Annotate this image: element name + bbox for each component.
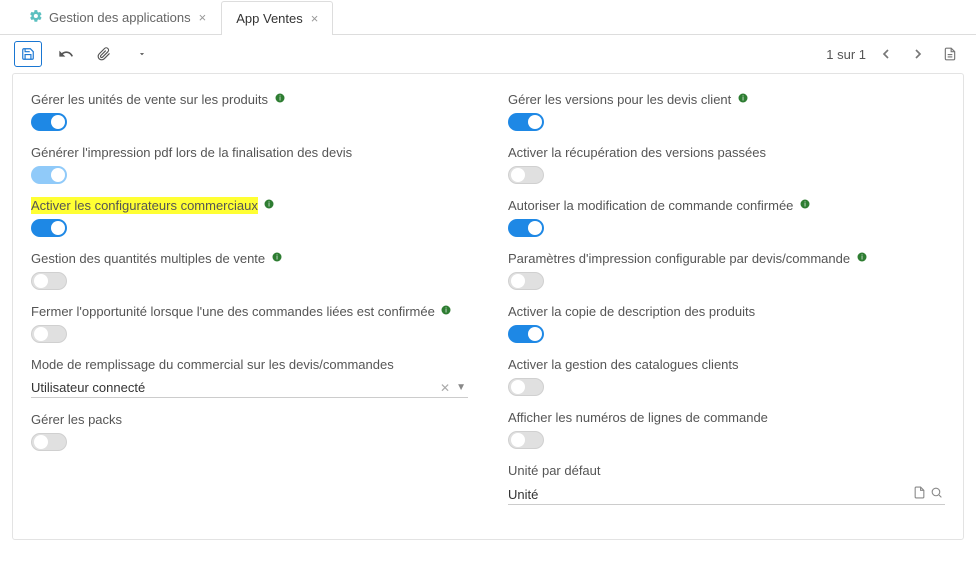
- field-enable-configurators: Activer les configurateurs commerciaux i: [31, 198, 468, 237]
- field-label: Gérer les unités de vente sur les produi…: [31, 92, 268, 107]
- info-icon[interactable]: i: [737, 92, 749, 104]
- edit-icon[interactable]: [911, 486, 928, 502]
- field-manage-packs: Gérer les packs: [31, 412, 468, 451]
- field-label: Autoriser la modification de commande co…: [508, 198, 793, 213]
- select-default-unit[interactable]: Unité: [508, 482, 945, 505]
- field-close-opportunity: Fermer l'opportunité lorsque l'une des c…: [31, 304, 468, 343]
- field-client-catalogs: Activer la gestion des catalogues client…: [508, 357, 945, 396]
- field-label: Afficher les numéros de lignes de comman…: [508, 410, 768, 425]
- toggle-modify-confirmed-order[interactable]: [508, 219, 544, 237]
- left-column: Gérer les unités de vente sur les produi…: [31, 92, 468, 515]
- settings-panel: Gérer les unités de vente sur les produi…: [12, 73, 964, 540]
- field-modify-confirmed-order: Autoriser la modification de commande co…: [508, 198, 945, 237]
- toggle-close-opportunity[interactable]: [31, 325, 67, 343]
- tab-bar: Gestion des applications × App Ventes ×: [0, 0, 976, 35]
- info-icon[interactable]: i: [799, 198, 811, 210]
- info-icon[interactable]: i: [440, 304, 452, 316]
- document-icon[interactable]: [938, 42, 962, 66]
- toolbar: 1 sur 1: [0, 35, 976, 73]
- dropdown-caret[interactable]: [128, 41, 156, 67]
- tab-label: Gestion des applications: [49, 10, 191, 25]
- field-label: Générer l'impression pdf lors de la fina…: [31, 145, 352, 160]
- field-label: Activer la récupération des versions pas…: [508, 145, 766, 160]
- toggle-multiple-quantities[interactable]: [31, 272, 67, 290]
- close-icon[interactable]: ×: [199, 10, 207, 25]
- field-label: Activer les configurateurs commerciaux: [31, 197, 258, 214]
- attachment-button[interactable]: [90, 41, 118, 67]
- close-icon[interactable]: ×: [311, 11, 319, 26]
- chevron-down-icon[interactable]: ▼: [454, 382, 468, 393]
- field-label: Mode de remplissage du commercial sur le…: [31, 357, 394, 372]
- field-line-numbers: Afficher les numéros de lignes de comman…: [508, 410, 945, 449]
- field-recover-versions: Activer la récupération des versions pas…: [508, 145, 945, 184]
- undo-button[interactable]: [52, 41, 80, 67]
- field-label: Activer la copie de description des prod…: [508, 304, 755, 319]
- select-value: Utilisateur connecté: [31, 380, 436, 395]
- info-icon[interactable]: i: [271, 251, 283, 263]
- field-default-unit: Unité par défaut Unité: [508, 463, 945, 505]
- field-label: Gérer les packs: [31, 412, 122, 427]
- select-value: Unité: [508, 487, 911, 502]
- info-icon[interactable]: i: [274, 92, 286, 104]
- save-button[interactable]: [14, 41, 42, 67]
- info-icon[interactable]: i: [263, 198, 275, 210]
- gear-icon: [29, 9, 43, 26]
- field-label: Paramètres d'impression configurable par…: [508, 251, 850, 266]
- toggle-enable-configurators[interactable]: [31, 219, 67, 237]
- field-label: Gérer les versions pour les devis client: [508, 92, 731, 107]
- toggle-client-catalogs[interactable]: [508, 378, 544, 396]
- tab-label: App Ventes: [236, 11, 303, 26]
- page-indicator: 1 sur 1: [826, 47, 866, 62]
- field-label: Activer la gestion des catalogues client…: [508, 357, 739, 372]
- field-label: Unité par défaut: [508, 463, 601, 478]
- field-salesperson-fill-mode: Mode de remplissage du commercial sur le…: [31, 357, 468, 398]
- right-column: Gérer les versions pour les devis client…: [508, 92, 945, 515]
- clear-icon[interactable]: ✕: [436, 381, 454, 395]
- field-copy-description: Activer la copie de description des prod…: [508, 304, 945, 343]
- select-salesperson-fill-mode[interactable]: Utilisateur connecté ✕ ▼: [31, 376, 468, 398]
- search-icon[interactable]: [928, 486, 945, 502]
- toggle-manage-units[interactable]: [31, 113, 67, 131]
- field-multiple-quantities: Gestion des quantités multiples de vente…: [31, 251, 468, 290]
- toggle-manage-packs[interactable]: [31, 433, 67, 451]
- field-label: Gestion des quantités multiples de vente: [31, 251, 265, 266]
- toggle-print-params[interactable]: [508, 272, 544, 290]
- toggle-copy-description[interactable]: [508, 325, 544, 343]
- next-button[interactable]: [906, 42, 930, 66]
- field-label: Fermer l'opportunité lorsque l'une des c…: [31, 304, 435, 319]
- tab-app-sales[interactable]: App Ventes ×: [221, 1, 333, 35]
- field-generate-pdf: Générer l'impression pdf lors de la fina…: [31, 145, 468, 184]
- field-manage-versions: Gérer les versions pour les devis client…: [508, 92, 945, 131]
- toggle-recover-versions[interactable]: [508, 166, 544, 184]
- tab-manage-applications[interactable]: Gestion des applications ×: [14, 0, 221, 34]
- field-manage-units: Gérer les unités de vente sur les produi…: [31, 92, 468, 131]
- toggle-generate-pdf[interactable]: [31, 166, 67, 184]
- field-print-params: Paramètres d'impression configurable par…: [508, 251, 945, 290]
- toggle-manage-versions[interactable]: [508, 113, 544, 131]
- info-icon[interactable]: i: [856, 251, 868, 263]
- prev-button[interactable]: [874, 42, 898, 66]
- toggle-line-numbers[interactable]: [508, 431, 544, 449]
